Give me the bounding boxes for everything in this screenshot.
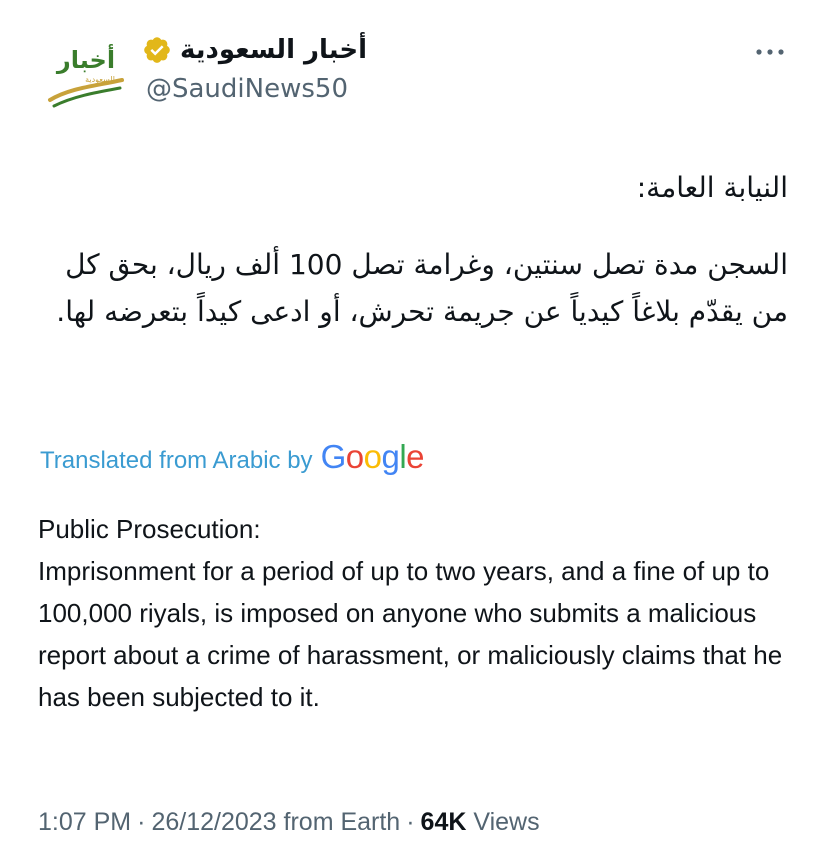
author-display-name: أخبار السعودية	[180, 35, 368, 65]
tweet-time[interactable]: 1:07 PM	[38, 808, 131, 836]
tweet-body-arabic: السجن مدة تصل سنتين، وغرامة تصل 100 ألف …	[56, 248, 788, 328]
tweet-source: from Earth	[283, 808, 401, 836]
google-letter: e	[406, 438, 425, 475]
google-letter: g	[381, 438, 400, 475]
google-letter: G	[320, 438, 347, 475]
tweet-text-arabic: النيابة العامة: السجن مدة تصل سنتين، وغر…	[38, 164, 788, 335]
tweet-date[interactable]: 26/12/2023	[151, 808, 276, 836]
google-logo: Google	[320, 438, 425, 476]
separator: ·	[137, 808, 146, 836]
separator: ·	[406, 808, 415, 836]
more-button[interactable]	[752, 38, 788, 66]
google-letter: o	[345, 438, 364, 475]
avatar[interactable]: أخبار السعودية	[40, 30, 132, 122]
tweet-metadata: 1:07 PM · 26/12/2023 from Earth · 64K Views	[38, 808, 540, 837]
author-name-row[interactable]: أخبار السعودية	[142, 30, 367, 70]
avatar-logo: أخبار السعودية	[40, 30, 132, 122]
tweet: أخبار السعودية أخبار السعودية @SaudiNews…	[0, 0, 828, 859]
avatar-text: أخبار	[56, 44, 115, 74]
author-handle[interactable]: @SaudiNews50	[146, 74, 348, 104]
more-icon	[756, 49, 784, 55]
views-label[interactable]: Views	[473, 808, 539, 836]
verified-badge-icon	[144, 37, 170, 63]
views-count[interactable]: 64K	[421, 808, 467, 836]
tweet-body-english: Imprisonment for a period of up to two y…	[38, 556, 783, 712]
google-letter: o	[363, 438, 382, 475]
translation-attribution[interactable]: Translated from Arabic by Google	[40, 438, 425, 484]
tweet-text-english: Public Prosecution: Imprisonment for a p…	[38, 508, 798, 718]
translated-label[interactable]: Translated from Arabic by	[40, 447, 313, 475]
tweet-heading-arabic: النيابة العامة:	[636, 171, 788, 204]
tweet-heading-english: Public Prosecution:	[38, 514, 261, 544]
